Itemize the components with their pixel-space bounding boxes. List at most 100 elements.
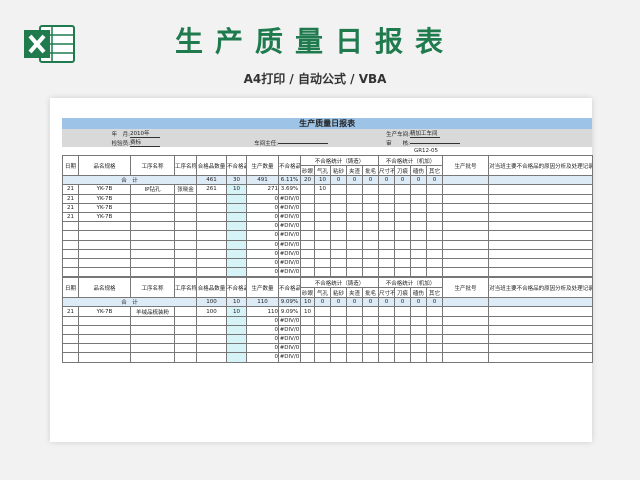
cell[interactable] <box>130 193 175 204</box>
cell[interactable] <box>314 267 331 278</box>
cell[interactable]: 21 <box>62 211 79 223</box>
cell[interactable] <box>314 257 331 269</box>
cell[interactable] <box>410 184 428 195</box>
supervisor-value[interactable] <box>278 142 328 144</box>
cell[interactable] <box>314 221 331 232</box>
cell[interactable] <box>130 324 175 336</box>
cell[interactable]: 0 <box>246 315 279 326</box>
cell[interactable] <box>378 324 396 336</box>
cell[interactable] <box>426 248 444 259</box>
cell[interactable] <box>378 248 396 259</box>
cell[interactable] <box>330 248 347 259</box>
cell[interactable]: #DIV/0 <box>278 324 301 336</box>
cell[interactable] <box>361 184 380 195</box>
cell[interactable] <box>314 248 331 259</box>
cell[interactable] <box>300 184 315 195</box>
cell[interactable] <box>442 297 490 308</box>
cell[interactable]: 21 <box>62 306 79 317</box>
cell[interactable] <box>361 248 380 259</box>
cell[interactable] <box>394 193 412 204</box>
cell[interactable] <box>226 248 247 259</box>
cell[interactable]: 0 <box>361 297 380 308</box>
cell[interactable] <box>426 193 444 204</box>
cell[interactable] <box>330 267 347 278</box>
cell[interactable] <box>174 248 197 259</box>
cell[interactable] <box>410 333 428 345</box>
cell[interactable] <box>426 343 444 354</box>
cell[interactable]: 0 <box>246 257 279 269</box>
cell[interactable] <box>300 257 315 269</box>
cell[interactable] <box>78 239 131 250</box>
cell[interactable] <box>394 333 412 345</box>
cell[interactable]: 100 <box>196 306 227 317</box>
cell[interactable]: 0 <box>426 175 444 186</box>
cell[interactable]: 20 <box>300 175 315 186</box>
cell[interactable] <box>226 193 247 204</box>
cell[interactable] <box>442 239 490 250</box>
cell[interactable] <box>410 230 428 241</box>
cell[interactable] <box>426 239 444 250</box>
cell[interactable] <box>78 248 131 259</box>
cell[interactable] <box>226 315 247 326</box>
cell[interactable] <box>488 211 594 223</box>
cell[interactable] <box>361 315 380 326</box>
cell[interactable] <box>226 221 247 232</box>
cell[interactable]: 10 <box>226 184 247 195</box>
cell[interactable] <box>330 352 347 363</box>
cell[interactable]: 110 <box>246 297 279 308</box>
cell[interactable]: 10 <box>300 297 315 308</box>
cell[interactable]: 0 <box>394 175 412 186</box>
cell[interactable] <box>361 257 380 269</box>
cell[interactable] <box>174 267 197 278</box>
cell[interactable] <box>300 333 315 345</box>
review-value[interactable] <box>410 142 460 144</box>
cell[interactable] <box>196 221 227 232</box>
cell[interactable] <box>62 257 79 269</box>
cell[interactable] <box>62 221 79 232</box>
cell[interactable] <box>488 343 594 354</box>
cell[interactable] <box>488 230 594 241</box>
cell[interactable]: 10 <box>226 297 247 308</box>
cell[interactable] <box>78 257 131 269</box>
cell[interactable]: #DIV/0 <box>278 230 301 241</box>
workshop-value[interactable]: 精加工车间 <box>410 129 440 138</box>
cell[interactable]: #DIV/0 <box>278 257 301 269</box>
cell[interactable] <box>62 343 79 354</box>
cell[interactable]: 30 <box>226 175 247 186</box>
cell[interactable] <box>330 221 347 232</box>
cell[interactable]: 100 <box>196 297 227 308</box>
cell[interactable]: 0 <box>246 324 279 336</box>
cell[interactable] <box>314 343 331 354</box>
cell[interactable] <box>442 248 490 259</box>
cell[interactable] <box>346 257 363 269</box>
cell[interactable] <box>196 315 227 326</box>
cell[interactable] <box>410 315 428 326</box>
cell[interactable] <box>130 239 175 250</box>
cell[interactable] <box>488 297 594 308</box>
cell[interactable] <box>330 239 347 250</box>
cell[interactable] <box>330 306 347 317</box>
cell[interactable]: 0 <box>246 248 279 259</box>
cell[interactable] <box>346 352 363 363</box>
cell[interactable]: YK-7B <box>78 202 131 213</box>
cell[interactable]: #DIV/0 <box>278 202 301 213</box>
cell[interactable]: 0 <box>314 297 331 308</box>
cell[interactable]: 羊绒品梳装粉 <box>130 306 175 317</box>
cell[interactable] <box>62 324 79 336</box>
cell[interactable]: 21 <box>62 184 79 195</box>
cell[interactable] <box>442 343 490 354</box>
cell[interactable] <box>78 221 131 232</box>
cell[interactable]: #DIV/0 <box>278 193 301 204</box>
cell[interactable] <box>346 221 363 232</box>
cell[interactable] <box>130 248 175 259</box>
cell[interactable]: IP钻孔 <box>130 184 175 195</box>
cell[interactable] <box>410 306 428 317</box>
cell[interactable] <box>378 257 396 269</box>
cell[interactable] <box>346 306 363 317</box>
cell[interactable] <box>196 239 227 250</box>
cell[interactable] <box>378 193 396 204</box>
cell[interactable] <box>394 352 412 363</box>
cell[interactable] <box>410 324 428 336</box>
cell[interactable] <box>226 239 247 250</box>
cell[interactable] <box>378 352 396 363</box>
